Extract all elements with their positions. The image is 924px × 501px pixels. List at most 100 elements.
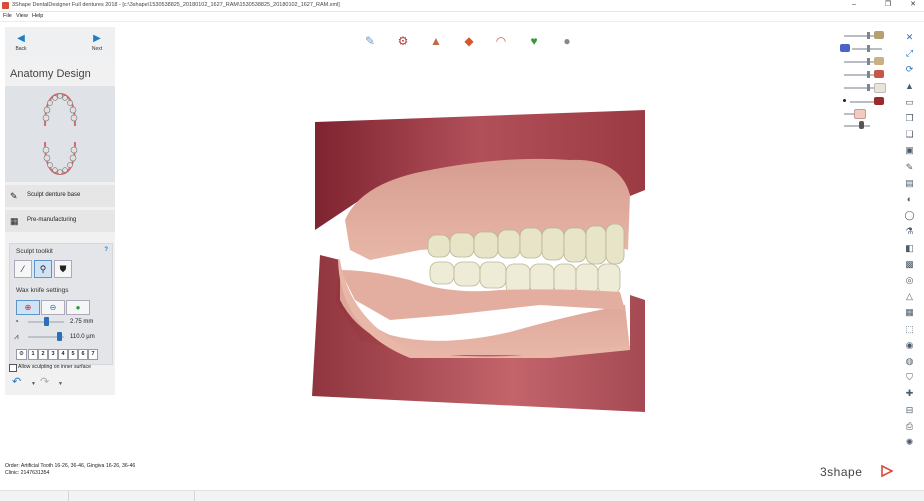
jaw-dark-swatch-icon — [874, 97, 884, 105]
remove-wax-icon[interactable]: ⊖ — [41, 300, 65, 315]
restore-button[interactable]: ❐ — [878, 0, 898, 11]
tooth-library-icon[interactable]: ▲ — [428, 33, 444, 49]
visibility-row-upper-teeth[interactable] — [840, 57, 888, 66]
radius-thumb[interactable] — [43, 317, 49, 326]
visibility-thumb[interactable] — [867, 71, 870, 78]
smooth-wax-icon[interactable]: ● — [66, 300, 90, 315]
education-icon[interactable]: ▲ — [903, 80, 916, 93]
copy-view-icon[interactable]: ❐ — [903, 112, 916, 125]
grid-icon[interactable]: ⬚ — [903, 323, 916, 336]
close-view-icon[interactable]: ✕ — [903, 31, 916, 44]
preset-button-4[interactable]: 4 — [58, 349, 68, 360]
app-icon — [2, 2, 9, 9]
step-sculpt-denture-base[interactable]: ✎ Sculpt denture base — [5, 185, 115, 207]
menu-help[interactable]: Help — [32, 12, 43, 21]
paste-view-icon[interactable]: ❏ — [903, 128, 916, 141]
visibility-thumb[interactable] — [867, 45, 870, 52]
back-label: Back — [15, 46, 27, 52]
fullscreen-icon[interactable]: ⤢ — [903, 47, 916, 60]
stack-icon[interactable]: ▤ — [903, 177, 916, 190]
gingiva-icon[interactable]: ◠ — [493, 33, 509, 49]
snapshot-icon[interactable]: ▣ — [903, 144, 916, 157]
depth-slider[interactable]: ⩘ 110.0 µm — [14, 332, 109, 342]
upper-base-swatch-icon — [874, 31, 884, 39]
cross-icon[interactable]: ✚ — [903, 387, 916, 400]
depth-value: 110.0 µm — [70, 334, 95, 340]
window-icon[interactable]: ▭ — [903, 96, 916, 109]
visibility-row-teeth-white[interactable] — [840, 83, 888, 93]
next-arrow-icon: ▶ — [93, 33, 101, 44]
wax-knife-header: Wax knife settings — [16, 287, 69, 294]
dim-icon[interactable]: △ — [903, 290, 916, 303]
radius-slider[interactable]: ◔ 2.75 mm — [14, 317, 109, 327]
ruler-icon[interactable]: ⊟ — [903, 404, 916, 417]
measure-icon[interactable]: ▦ — [903, 306, 916, 319]
preset-button-7[interactable]: 7 — [88, 349, 98, 360]
undo-icon[interactable]: ↶ — [12, 377, 21, 388]
section-icon[interactable]: ◎ — [903, 274, 916, 287]
menu-file[interactable]: File — [3, 12, 12, 21]
visibility-row-antagonist[interactable] — [840, 121, 888, 130]
brand-logo: 3shape — [820, 465, 863, 479]
visibility-row-gingiva[interactable] — [840, 70, 888, 79]
print-icon[interactable]: ⎙ — [903, 420, 916, 433]
wax-knife-tool-icon[interactable]: ⁄ — [14, 260, 32, 278]
shield-view-icon[interactable]: ⛉ — [903, 371, 916, 384]
visibility-row-jaw-dark[interactable] — [840, 97, 888, 106]
visibility-thumb[interactable] — [867, 32, 870, 39]
add-wax-icon[interactable]: ⊕ — [16, 300, 40, 315]
cube-icon[interactable]: ▩ — [903, 258, 916, 271]
undo-dropdown-icon[interactable]: ▼ — [31, 381, 36, 387]
upper-teeth-swatch-icon — [874, 57, 884, 65]
shield-icon[interactable]: ♥ — [526, 33, 542, 49]
help-icon[interactable]: ? — [104, 247, 108, 253]
jaw-overview[interactable] — [5, 86, 115, 182]
crown-icon[interactable]: ✎ — [903, 161, 916, 174]
color-map-icon[interactable]: ◆ — [461, 33, 477, 49]
window-title: 3Shape DentalDesigner Full dentures 2018… — [12, 2, 340, 8]
preset-button-1[interactable]: 1 — [28, 349, 38, 360]
preset-button-6[interactable]: 6 — [78, 349, 88, 360]
color-wheel-icon[interactable]: ✺ — [903, 436, 916, 449]
rotate-icon[interactable]: ⟳ — [903, 63, 916, 76]
back-button[interactable]: ◀ Back — [5, 28, 37, 58]
smooth-tool-icon[interactable]: ⚲ — [34, 260, 52, 278]
redo-dropdown-icon[interactable]: ▼ — [58, 381, 63, 387]
palette-icon[interactable]: ◐ — [903, 193, 916, 206]
visibility-row-tooth-single[interactable] — [840, 109, 888, 119]
clinic-line: Clinic: 2147631354 — [5, 470, 50, 476]
preset-button-5[interactable]: 5 — [68, 349, 78, 360]
camera-icon[interactable]: ◉ — [903, 339, 916, 352]
allow-inner-surface-option[interactable]: Allow sculpting on inner surface — [9, 364, 119, 372]
preset-button-2[interactable]: 2 — [38, 349, 48, 360]
back-arrow-icon: ◀ — [17, 33, 25, 44]
preset-settings-icon[interactable]: ⚙ — [16, 349, 27, 360]
preset-button-3[interactable]: 3 — [48, 349, 58, 360]
visibility-row-upper-base[interactable] — [840, 31, 888, 40]
next-label: Next — [91, 46, 103, 52]
redo-icon[interactable]: ↷ — [40, 377, 49, 388]
next-button[interactable]: ▶ Next — [81, 28, 113, 58]
sphere-icon[interactable]: ● — [559, 33, 575, 49]
visibility-track — [850, 101, 874, 103]
visibility-thumb[interactable] — [867, 58, 870, 65]
morph-tool-icon[interactable]: ⛊ — [54, 260, 72, 278]
ring-icon[interactable]: ◍ — [903, 355, 916, 368]
visibility-row-lower-teeth[interactable] — [840, 44, 888, 53]
3d-viewport[interactable] — [300, 100, 660, 420]
minimize-button[interactable]: – — [844, 0, 864, 11]
brand-triangle-icon — [881, 465, 893, 477]
step-pre-manufacturing[interactable]: ▦ Pre-manufacturing — [5, 210, 115, 232]
visibility-thumb[interactable] — [867, 84, 870, 91]
transparent-icon[interactable]: ⚗ — [903, 225, 916, 238]
clip-icon[interactable]: ◯ — [903, 209, 916, 222]
order-line: Order: Artificial Tooth 16-26, 36-46, Gi… — [5, 463, 136, 469]
close-button[interactable]: ✕ — [903, 0, 923, 11]
occlusion-icon[interactable]: ◧ — [903, 242, 916, 255]
menu-view[interactable]: View — [16, 12, 28, 21]
depth-thumb[interactable] — [57, 332, 63, 341]
pre-manufacturing-icon: ▦ — [10, 216, 19, 226]
articulator-icon[interactable]: ⚙ — [395, 33, 411, 49]
knife-tool-icon[interactable]: ✎ — [362, 33, 378, 49]
allow-inner-surface-checkbox[interactable] — [9, 364, 17, 372]
